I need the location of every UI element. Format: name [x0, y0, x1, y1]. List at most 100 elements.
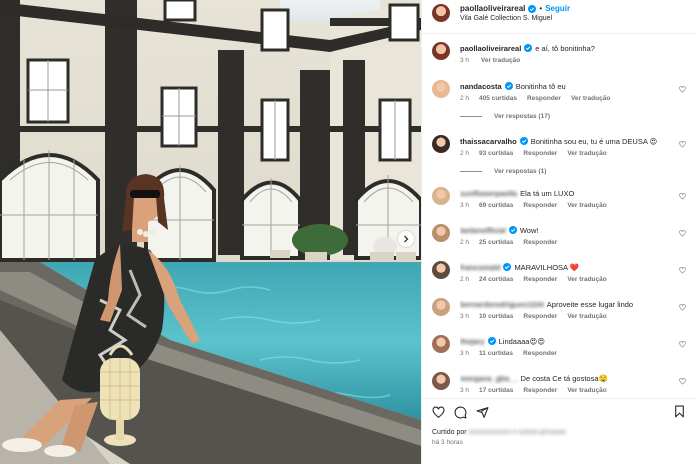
comment-likes[interactable]: 69 curtidas	[479, 202, 513, 209]
translate-link[interactable]: Ver tradução	[567, 387, 606, 394]
verified-badge-icon	[503, 263, 512, 271]
view-replies-button[interactable]: Ver respostas (1)	[460, 168, 546, 175]
comment-likes[interactable]: 10 curtidas	[479, 313, 513, 320]
post-header: paollaoliveirareal • Seguir Vila Galé Co…	[422, 0, 696, 34]
comment-heart-icon[interactable]	[679, 378, 686, 385]
reply-button[interactable]: Responder	[523, 150, 557, 157]
author-username[interactable]: paollaoliveirareal	[460, 4, 525, 13]
verified-badge-icon	[504, 82, 513, 90]
caption-avatar[interactable]	[432, 42, 450, 60]
share-icon[interactable]	[476, 406, 489, 419]
comment-likes[interactable]: 405 curtidas	[479, 95, 517, 102]
comment-time[interactable]: 3 h	[460, 313, 469, 320]
comment-icon[interactable]	[454, 406, 467, 419]
comment-text: Lindaaaa😍😍	[498, 337, 546, 346]
reply-button[interactable]: Responder	[523, 276, 557, 283]
verified-badge-icon	[528, 4, 537, 13]
carousel-next-button[interactable]	[398, 231, 414, 247]
commenter-username[interactable]: francomald	[460, 263, 500, 272]
reply-button[interactable]: Responder	[523, 202, 557, 209]
comment-heart-icon[interactable]	[679, 141, 686, 148]
comment-text: Wow!	[519, 226, 539, 235]
comment-text: Ela tá um LUXO	[520, 189, 575, 198]
comment-heart-icon[interactable]	[679, 193, 686, 200]
comment-likes[interactable]: 17 curtidas	[479, 387, 513, 394]
reply-button[interactable]: Responder	[523, 350, 557, 357]
hotel-pool-photo	[0, 0, 421, 464]
separator: •	[539, 4, 543, 13]
comments-list: paollaoliveirareal e aí, tô bonitinha? 3 …	[422, 34, 696, 394]
translate-link[interactable]: Ver tradução	[567, 313, 606, 320]
comment-text: MARAVILHOSA ❤️	[514, 263, 580, 272]
commenter-avatar[interactable]	[432, 335, 450, 353]
comment-heart-icon[interactable]	[679, 341, 686, 348]
post-side-panel: paollaoliveirareal • Seguir Vila Galé Co…	[421, 0, 696, 464]
author-avatar[interactable]	[432, 4, 450, 22]
caption-translate-link[interactable]: Ver tradução	[481, 57, 520, 64]
view-replies-label: Ver respostas (17)	[494, 113, 551, 120]
comment-time[interactable]: 3 h	[460, 202, 469, 209]
translate-link[interactable]: Ver tradução	[567, 150, 606, 157]
reply-button[interactable]: Responder	[523, 387, 557, 394]
comment-time[interactable]: 3 h	[460, 387, 469, 394]
commenter-avatar[interactable]	[432, 135, 450, 153]
comment-time[interactable]: 3 h	[460, 350, 469, 357]
comment-heart-icon[interactable]	[679, 86, 686, 93]
action-bar	[432, 405, 686, 419]
view-replies-button[interactable]: Ver respostas (17)	[460, 113, 550, 120]
post-footer: Curtido por xxxxxxxxxxxx e outras pessoa…	[422, 398, 696, 464]
comment-text: Bonitinha sou eu, tu é uma DEUSA 😍	[530, 137, 658, 146]
comment-likes[interactable]: 24 curtidas	[479, 276, 513, 283]
comment-text: Aproveite esse lugar lindo	[546, 300, 634, 309]
comment-heart-icon[interactable]	[679, 267, 686, 274]
comment-text: Bonitinha tô eu	[515, 82, 566, 91]
liked-by[interactable]: Curtido por xxxxxxxxxxxx e outras pessoa…	[432, 429, 686, 436]
caption-username[interactable]: paollaoliveirareal	[460, 44, 521, 53]
liked-by-prefix: Curtido por	[432, 429, 467, 436]
commenter-username[interactable]: sunflowerpaolla	[460, 189, 517, 198]
comment-heart-icon[interactable]	[679, 230, 686, 237]
comment-text: De costa Ce tá gostosa🤤	[520, 374, 608, 383]
post-location[interactable]: Vila Galé Collection S. Miguel	[460, 15, 570, 23]
commenter-avatar[interactable]	[432, 298, 450, 316]
comment-time[interactable]: 2 h	[460, 95, 469, 102]
liked-by-names[interactable]: xxxxxxxxxxxx e outras pessoas	[469, 429, 566, 436]
commenter-username[interactable]: bernardorodrigues1234	[460, 300, 544, 309]
bookmark-icon[interactable]	[673, 405, 686, 418]
commenter-username[interactable]: thejary	[460, 337, 485, 346]
commenter-username[interactable]: thaissacarvalho	[460, 137, 517, 146]
comment-time[interactable]: 2 h	[460, 150, 469, 157]
translate-link[interactable]: Ver tradução	[567, 276, 606, 283]
comment-time[interactable]: 2 h	[460, 239, 469, 246]
commenter-avatar[interactable]	[432, 372, 450, 390]
verified-badge-icon	[508, 226, 517, 234]
verified-badge-icon	[524, 44, 533, 52]
comment-likes[interactable]: 25 curtidas	[479, 239, 513, 246]
commenter-avatar[interactable]	[432, 261, 450, 279]
commenter-username[interactable]: lanlanofficial	[460, 226, 506, 235]
caption-time[interactable]: 3 h	[460, 57, 469, 64]
follow-button[interactable]: Seguir	[545, 4, 570, 13]
translate-link[interactable]: Ver tradução	[571, 95, 610, 102]
commenter-username[interactable]: morgana_gba__	[460, 374, 518, 383]
heart-icon[interactable]	[432, 405, 445, 419]
commenter-avatar[interactable]	[432, 187, 450, 205]
reply-button[interactable]: Responder	[523, 239, 557, 246]
chevron-right-icon	[404, 235, 409, 243]
verified-badge-icon	[487, 337, 496, 345]
commenter-avatar[interactable]	[432, 224, 450, 242]
reply-button[interactable]: Responder	[527, 95, 561, 102]
view-replies-label: Ver respostas (1)	[494, 168, 547, 175]
translate-link[interactable]: Ver tradução	[567, 202, 606, 209]
post-photo[interactable]	[0, 0, 421, 464]
post-time[interactable]: há 3 horas	[432, 439, 686, 446]
comment-time[interactable]: 2 h	[460, 276, 469, 283]
reply-button[interactable]: Responder	[523, 313, 557, 320]
comment-likes[interactable]: 93 curtidas	[479, 150, 513, 157]
replies-divider	[460, 116, 482, 117]
replies-divider	[460, 171, 482, 172]
commenter-username[interactable]: nandacosta	[460, 82, 502, 91]
commenter-avatar[interactable]	[432, 80, 450, 98]
comment-heart-icon[interactable]	[679, 304, 686, 311]
comment-likes[interactable]: 11 curtidas	[479, 350, 513, 357]
